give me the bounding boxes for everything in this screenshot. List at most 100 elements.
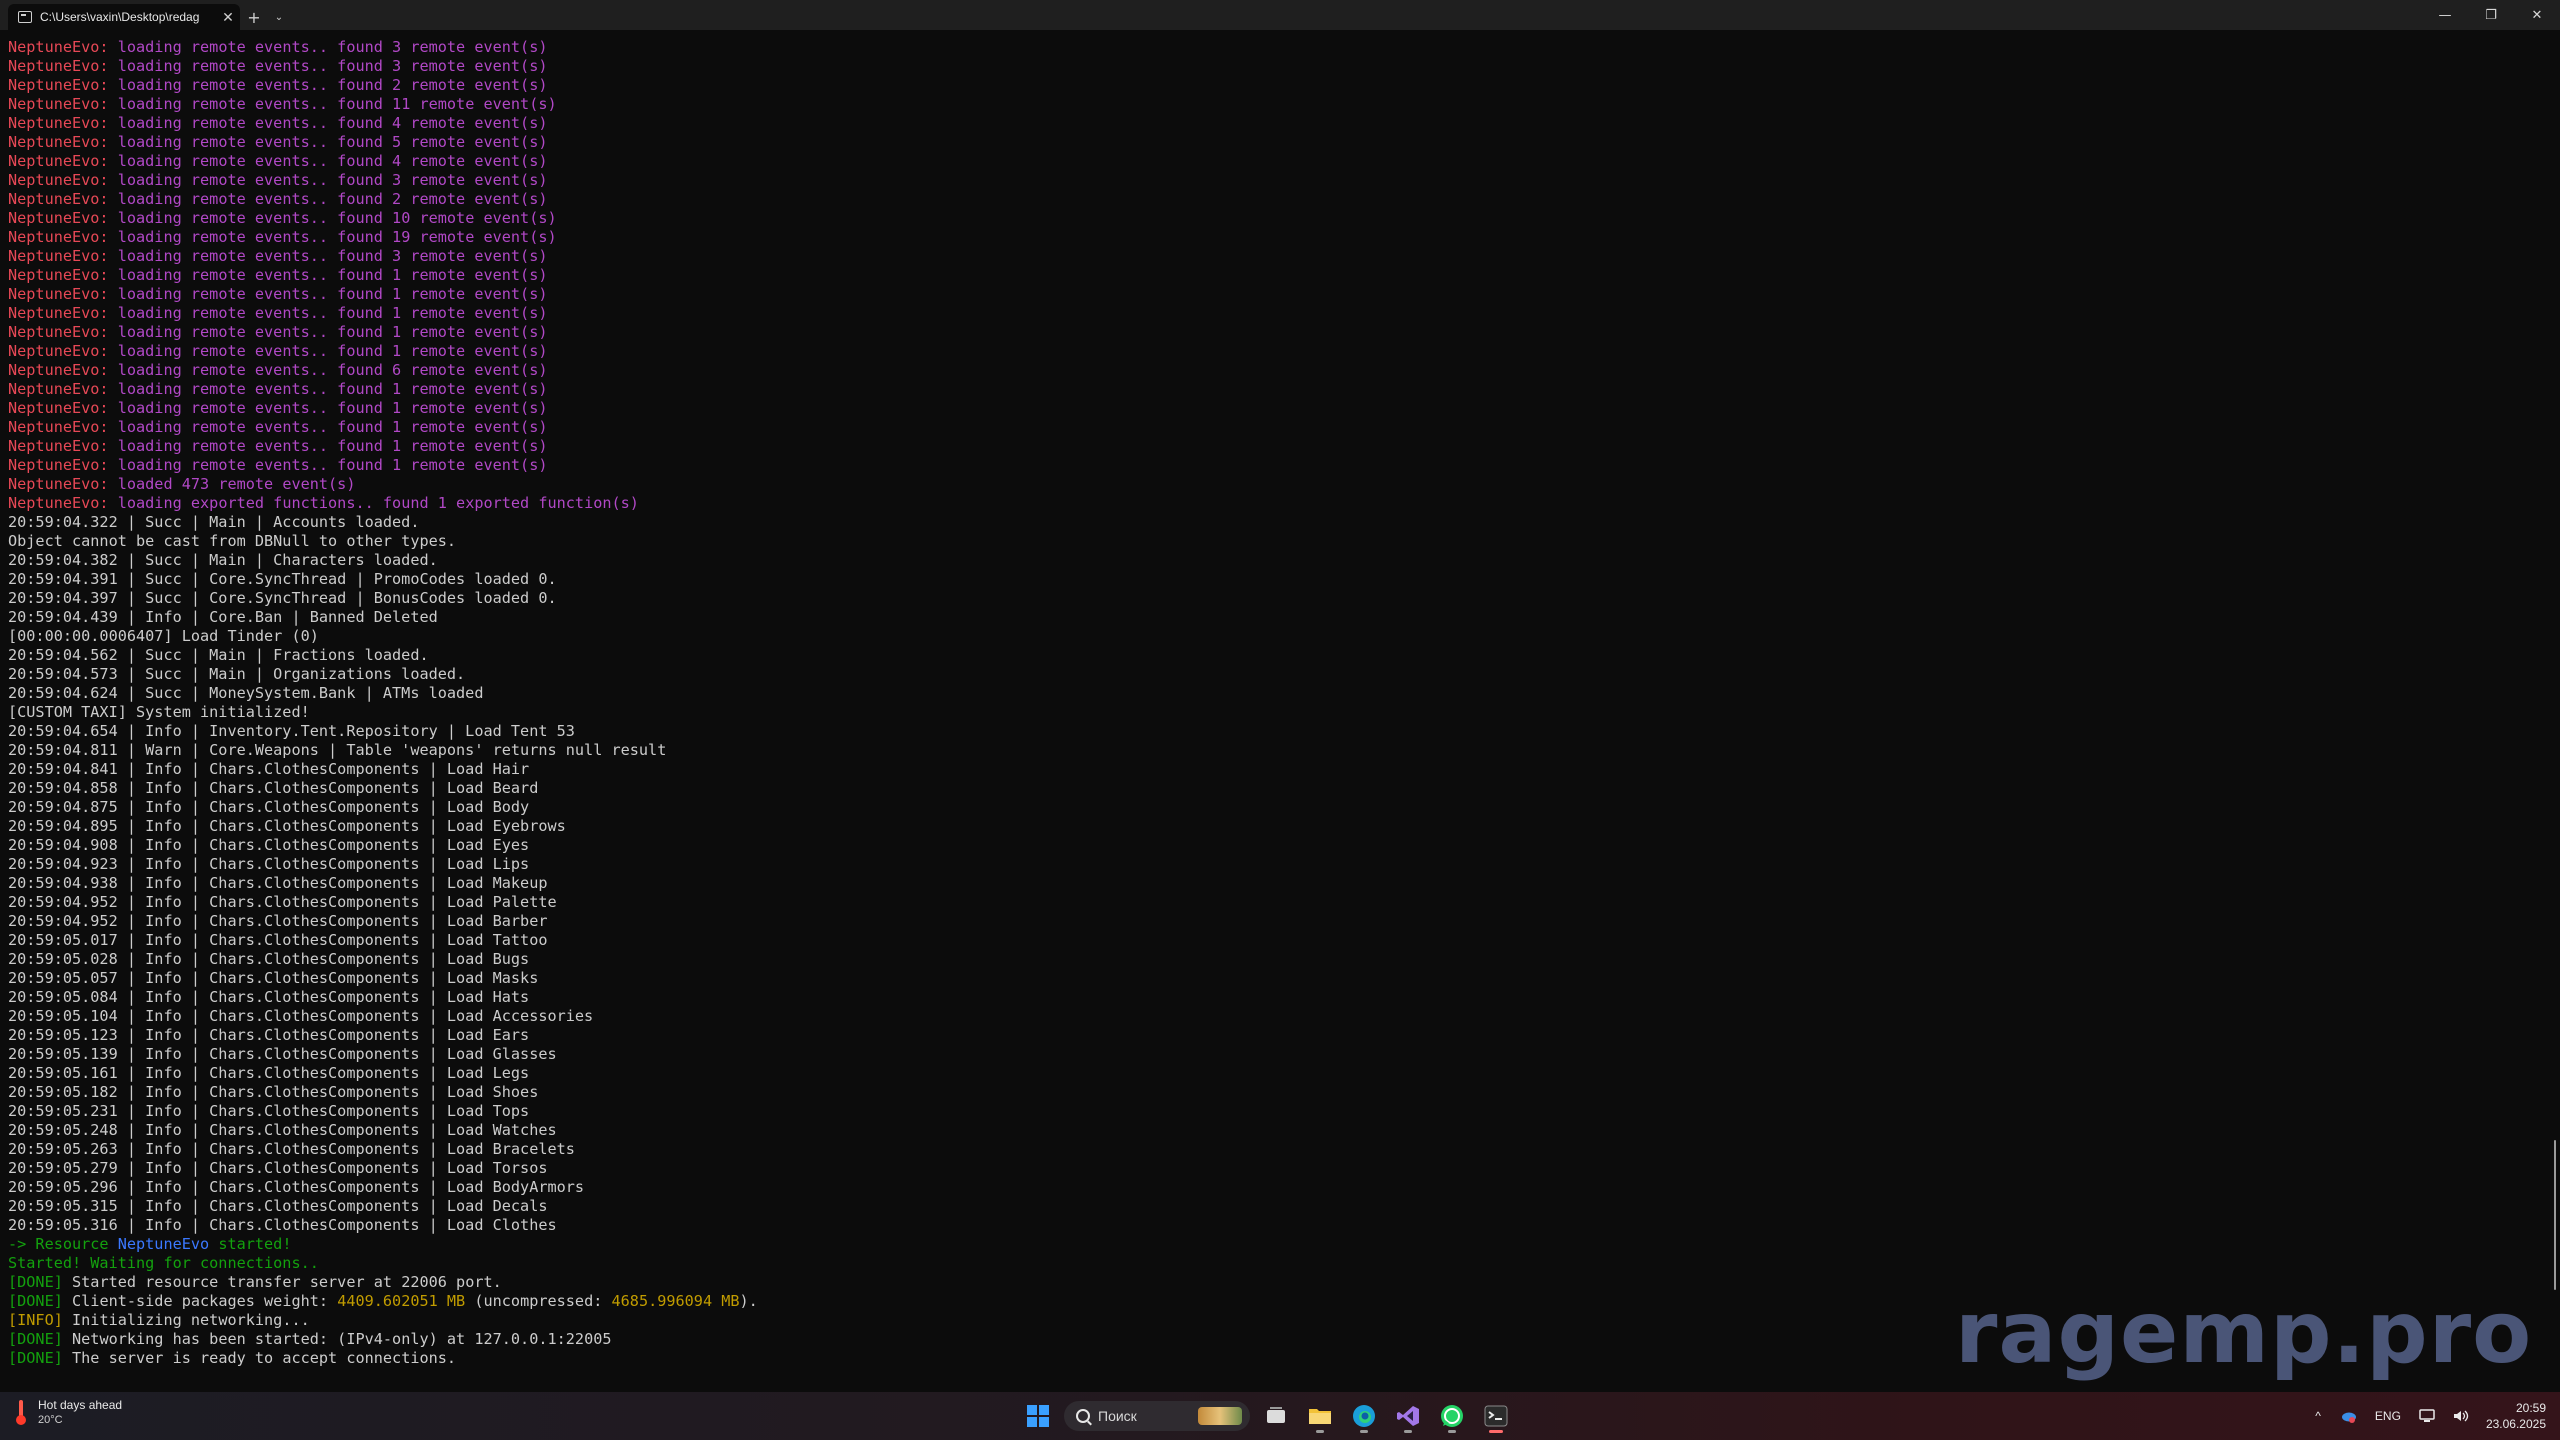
terminal-button[interactable] [1478, 1398, 1514, 1434]
console-line: NeptuneEvo: loading remote events.. foun… [8, 171, 2528, 190]
console-text: NeptuneEvo: [8, 361, 109, 379]
console-line: 20:59:04.952 | Info | Chars.ClothesCompo… [8, 912, 2528, 931]
console-line: NeptuneEvo: loading remote events.. foun… [8, 152, 2528, 171]
console-text: 20:59:04.322 | Succ | Main | Accounts lo… [8, 513, 420, 531]
console-line: NeptuneEvo: loading remote events.. foun… [8, 133, 2528, 152]
console-line: 20:59:05.263 | Info | Chars.ClothesCompo… [8, 1140, 2528, 1159]
visual-studio-button[interactable] [1390, 1398, 1426, 1434]
console-line: NeptuneEvo: loading remote events.. foun… [8, 190, 2528, 209]
console-text: loaded 473 remote event(s) [108, 475, 356, 493]
console-text: loading remote events.. found 1 remote e… [108, 323, 548, 341]
console-text: loading remote events.. found 3 remote e… [108, 38, 548, 56]
console-line: NeptuneEvo: loading remote events.. foun… [8, 323, 2528, 342]
console-text: loading remote events.. found 4 remote e… [108, 114, 548, 132]
console-text: 20:59:05.315 | Info | Chars.ClothesCompo… [8, 1197, 548, 1215]
tray-overflow-button[interactable]: ^ [2315, 1409, 2321, 1423]
console-text: 20:59:05.017 | Info | Chars.ClothesCompo… [8, 931, 548, 949]
console-line: NeptuneEvo: loading remote events.. foun… [8, 114, 2528, 133]
console-line: 20:59:05.139 | Info | Chars.ClothesCompo… [8, 1045, 2528, 1064]
console-line: [00:00:00.0006407] Load Tinder (0) [8, 627, 2528, 646]
console-output[interactable]: NeptuneEvo: loading remote events.. foun… [8, 38, 2528, 1388]
console-icon [18, 11, 32, 23]
console-line: NeptuneEvo: loading remote events.. foun… [8, 418, 2528, 437]
console-line: 20:59:04.952 | Info | Chars.ClothesCompo… [8, 893, 2528, 912]
network-icon[interactable] [2419, 1409, 2435, 1423]
console-line: 20:59:04.382 | Succ | Main | Characters … [8, 551, 2528, 570]
console-line: NeptuneEvo: loading remote events.. foun… [8, 380, 2528, 399]
console-text: 4685.996094 MB [611, 1292, 740, 1310]
task-view-button[interactable] [1258, 1398, 1294, 1434]
tab-terminal[interactable]: C:\Users\vaxin\Desktop\redag ✕ [8, 4, 240, 30]
new-tab-button[interactable]: + [240, 4, 268, 30]
console-line: NeptuneEvo: loading remote events.. foun… [8, 342, 2528, 361]
console-line: NeptuneEvo: loading remote events.. foun… [8, 57, 2528, 76]
console-text: NeptuneEvo: [8, 494, 109, 512]
console-text: loading remote events.. found 2 remote e… [108, 190, 548, 208]
console-text: NeptuneEvo: [8, 380, 109, 398]
console-text: [INFO] [8, 1311, 63, 1329]
console-text: NeptuneEvo: [8, 190, 109, 208]
watermark: ragemp.pro [1955, 1283, 2533, 1383]
console-line: 20:59:05.084 | Info | Chars.ClothesCompo… [8, 988, 2528, 1007]
console-line: NeptuneEvo: loading remote events.. foun… [8, 95, 2528, 114]
console-text: NeptuneEvo: [8, 285, 109, 303]
running-indicator [1316, 1430, 1324, 1433]
console-text: [00:00:00.0006407] Load Tinder (0) [8, 627, 319, 645]
console-line: 20:59:05.017 | Info | Chars.ClothesCompo… [8, 931, 2528, 950]
console-text: loading remote events.. found 3 remote e… [108, 171, 548, 189]
console-text: 20:59:04.908 | Info | Chars.ClothesCompo… [8, 836, 530, 854]
edge-button[interactable] [1346, 1398, 1382, 1434]
console-text: NeptuneEvo: [8, 38, 109, 56]
onedrive-icon[interactable] [2339, 1409, 2357, 1423]
console-text: 20:59:04.573 | Succ | Main | Organizatio… [8, 665, 466, 683]
console-text: 20:59:05.316 | Info | Chars.ClothesCompo… [8, 1216, 557, 1234]
console-line: NeptuneEvo: loading remote events.. foun… [8, 285, 2528, 304]
minimize-button[interactable]: — [2422, 0, 2468, 30]
start-button[interactable] [1020, 1398, 1056, 1434]
close-window-button[interactable]: ✕ [2514, 0, 2560, 30]
clock[interactable]: 20:59 23.06.2025 [2486, 1400, 2546, 1432]
weather-widget[interactable]: Hot days ahead 20°C [16, 1398, 122, 1428]
whatsapp-button[interactable] [1434, 1398, 1470, 1434]
active-indicator [1489, 1430, 1503, 1433]
clock-date: 23.06.2025 [2485, 1417, 2546, 1431]
console-text: 20:59:04.858 | Info | Chars.ClothesCompo… [8, 779, 539, 797]
console-text: NeptuneEvo: [8, 266, 109, 284]
file-explorer-button[interactable] [1302, 1398, 1338, 1434]
console-text: NeptuneEvo: [8, 152, 109, 170]
console-text: 20:59:05.248 | Info | Chars.ClothesCompo… [8, 1121, 557, 1139]
running-indicator [1360, 1430, 1368, 1433]
console-text: loading exported functions.. found 1 exp… [108, 494, 639, 512]
visual-studio-icon [1397, 1406, 1419, 1426]
console-text: NeptuneEvo: [8, 171, 109, 189]
console-text: 20:59:04.811 | Warn | Core.Weapons | Tab… [8, 741, 667, 759]
console-line: 20:59:04.858 | Info | Chars.ClothesCompo… [8, 779, 2528, 798]
console-text: 20:59:04.938 | Info | Chars.ClothesCompo… [8, 874, 548, 892]
console-scrollbar[interactable] [2554, 1140, 2556, 1290]
console-line: 20:59:04.841 | Info | Chars.ClothesCompo… [8, 760, 2528, 779]
language-indicator[interactable]: ENG [2375, 1409, 2401, 1423]
console-text: loading remote events.. found 19 remote … [108, 228, 557, 246]
maximize-button[interactable]: ❐ [2468, 0, 2514, 30]
console-text: loading remote events.. found 2 remote e… [108, 76, 548, 94]
taskbar-search[interactable]: Поиск [1064, 1401, 1250, 1431]
console-line: NeptuneEvo: loading remote events.. foun… [8, 38, 2528, 57]
console-text: NeptuneEvo: [8, 228, 109, 246]
console-text: NeptuneEvo: [8, 95, 109, 113]
console-line: 20:59:04.654 | Info | Inventory.Tent.Rep… [8, 722, 2528, 741]
console-text: Networking has been started: (IPv4-only)… [62, 1330, 612, 1348]
tab-dropdown-button[interactable]: ⌄ [268, 4, 290, 30]
console-line: 20:59:04.439 | Info | Core.Ban | Banned … [8, 608, 2528, 627]
console-text: [DONE] [8, 1273, 63, 1291]
volume-icon[interactable] [2453, 1409, 2469, 1423]
tab-close-button[interactable]: ✕ [216, 9, 240, 26]
console-line: 20:59:04.562 | Succ | Main | Fractions l… [8, 646, 2528, 665]
edge-icon [1353, 1405, 1375, 1427]
running-indicator [1404, 1430, 1412, 1433]
console-text: 20:59:05.296 | Info | Chars.ClothesCompo… [8, 1178, 585, 1196]
console-text: NeptuneEvo: [8, 114, 109, 132]
console-text: loading remote events.. found 11 remote … [108, 95, 557, 113]
file-explorer-icon [1309, 1409, 1331, 1424]
console-text: 4409.602051 MB [337, 1292, 466, 1310]
console-line: 20:59:04.875 | Info | Chars.ClothesCompo… [8, 798, 2528, 817]
